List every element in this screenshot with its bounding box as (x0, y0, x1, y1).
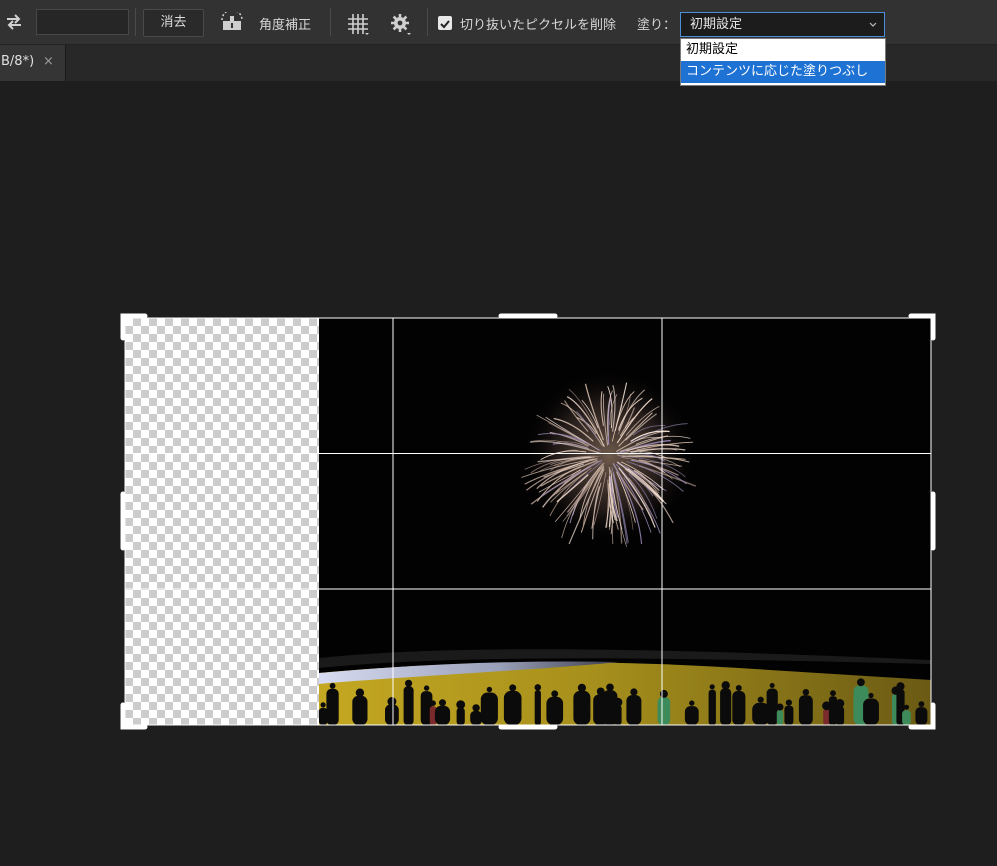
clear-button[interactable]: 消去 (143, 9, 204, 37)
grid-overlay-icon[interactable] (346, 12, 370, 36)
fill-select[interactable]: 初期設定 (680, 12, 885, 37)
straighten-label[interactable]: 角度補正 (259, 14, 311, 33)
separator (135, 8, 136, 36)
separator (427, 8, 428, 36)
fill-dropdown-list: 初期設定 コンテンツに応じた塗りつぶし (680, 38, 886, 86)
swap-icon[interactable] (4, 13, 24, 31)
document-tab[interactable]: B/8*) × (0, 45, 66, 81)
crop-handles[interactable] (119, 312, 937, 731)
close-icon[interactable]: × (43, 54, 54, 69)
gear-icon[interactable] (389, 12, 413, 36)
ratio-input[interactable] (36, 9, 129, 35)
delete-cropped-label[interactable]: 切り抜いたピクセルを削除 (460, 14, 616, 33)
straighten-icon[interactable] (219, 9, 245, 32)
document-tab-label: B/8*) (1, 54, 35, 69)
delete-cropped-checkbox[interactable] (438, 16, 452, 30)
separator (330, 8, 331, 36)
fill-select-value: 初期設定 (690, 17, 743, 32)
dropdown-option-default[interactable]: 初期設定 (681, 39, 885, 61)
dropdown-option-content-aware[interactable]: コンテンツに応じた塗りつぶし (681, 61, 885, 83)
fill-label: 塗り： (637, 18, 677, 33)
